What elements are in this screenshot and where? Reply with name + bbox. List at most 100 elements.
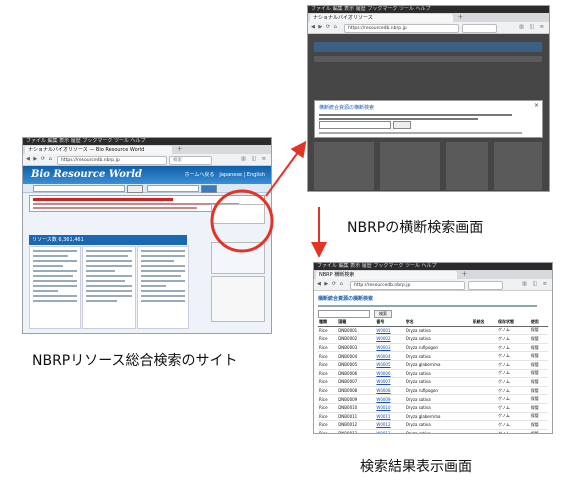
column-header[interactable]: 使用 bbox=[529, 318, 548, 327]
table-row: Rice DNB0003 W0003 Oryza rufipogon ゲノム 保管 bbox=[318, 343, 548, 353]
resource-link[interactable]: W0009 bbox=[375, 394, 405, 404]
search-box[interactable] bbox=[468, 281, 503, 290]
column-header[interactable]: 系統名 bbox=[471, 318, 498, 327]
table-cell bbox=[471, 369, 498, 379]
table-cell: Oryza sativa bbox=[404, 377, 472, 387]
close-icon[interactable]: × bbox=[534, 102, 539, 109]
column-header[interactable]: 種類 bbox=[318, 318, 338, 327]
toolbar-icons[interactable]: ▥ ◫ ≡ bbox=[522, 279, 549, 290]
table-cell: 保管 bbox=[529, 412, 548, 422]
column-header[interactable]: 番号 bbox=[375, 318, 405, 327]
resource-link[interactable]: W0005 bbox=[375, 360, 405, 370]
caption-results: 検索結果表示画面 bbox=[360, 459, 472, 475]
table-cell: DNB0002 bbox=[337, 334, 376, 344]
table-cell: ゲノム bbox=[497, 420, 530, 430]
table-cell: 保管 bbox=[529, 429, 548, 433]
column-header[interactable]: 保存状態 bbox=[497, 318, 530, 327]
nav-buttons-icon[interactable]: ◀ ▶ ⟳ ⌂ bbox=[26, 154, 53, 165]
table-row: Rice DNB0012 W0012 Oryza sativa ゲノム 保管 bbox=[318, 420, 548, 430]
info-panel-mid bbox=[211, 242, 265, 274]
url-bar[interactable]: https://resourcedb.nbrp.jp bbox=[344, 24, 459, 33]
resource-column-1 bbox=[29, 246, 81, 329]
dimmed-page: 横断統合資源の横断検索 × bbox=[308, 34, 549, 191]
resource-link[interactable]: W0006 bbox=[375, 369, 405, 379]
resource-link[interactable]: W0002 bbox=[375, 334, 405, 344]
table-cell: DNB0012 bbox=[337, 420, 376, 430]
table-cell bbox=[471, 429, 498, 433]
resource-link[interactable]: W0013 bbox=[375, 429, 405, 433]
table-cell: ゲノム bbox=[497, 377, 530, 387]
table-cell: Oryza glaberrima bbox=[404, 360, 472, 370]
new-tab-icon[interactable]: ＋ bbox=[177, 145, 183, 154]
url-bar[interactable]: https://resourcedb.nbrp.jp bbox=[57, 156, 167, 165]
table-row: Rice DNB0011 W0011 Oryza glaberrima ゲノム 保管 bbox=[318, 412, 548, 422]
table-header-row: 種類 国籍 番号 学名 系統名 保存状態 使用 bbox=[318, 318, 548, 327]
category-tabs bbox=[29, 228, 159, 262]
table-cell bbox=[471, 420, 498, 430]
url-bar[interactable]: http://resourcedb.nbrp.jp bbox=[350, 281, 465, 290]
table-cell: ゲノム bbox=[497, 326, 530, 336]
site-search-button-2[interactable] bbox=[201, 185, 217, 193]
search-box[interactable] bbox=[462, 24, 497, 33]
table-cell: 保管 bbox=[529, 334, 548, 344]
table-cell: ゲノム bbox=[497, 369, 530, 379]
site-search-input[interactable] bbox=[33, 185, 125, 192]
table-cell: Oryza sativa bbox=[404, 403, 472, 413]
site-search-input-2[interactable] bbox=[147, 185, 199, 192]
table-cell: Oryza glaberrima bbox=[404, 412, 472, 422]
resource-link[interactable]: W0011 bbox=[375, 412, 405, 422]
table-cell: Oryza rufipogon bbox=[404, 386, 472, 396]
toolbar-icons[interactable]: ▥ ◫ ≡ bbox=[241, 154, 268, 165]
table-cell bbox=[471, 403, 498, 413]
site-search-button[interactable] bbox=[127, 185, 143, 193]
results-search-input[interactable] bbox=[318, 310, 370, 318]
browser-tab[interactable]: ナショナルバイオリソース bbox=[310, 14, 453, 22]
table-cell: ゲノム bbox=[497, 351, 530, 361]
table-row: Rice DNB0001 W0001 Oryza sativa ゲノム 保管 bbox=[318, 326, 548, 336]
resource-link[interactable]: W0004 bbox=[375, 351, 405, 361]
column-header[interactable]: 学名 bbox=[404, 318, 472, 327]
search-box[interactable]: 検索 bbox=[169, 156, 212, 165]
dialog-search-button[interactable] bbox=[393, 121, 411, 129]
table-row: Rice DNB0005 W0005 Oryza glaberrima ゲノム 保管 bbox=[318, 360, 548, 370]
results-info-line bbox=[318, 305, 537, 307]
table-row: Rice DNB0013 W0013 Oryza sativa ゲノム 保管 bbox=[318, 429, 548, 433]
resource-link[interactable]: W0001 bbox=[375, 326, 405, 336]
menu-bar[interactable]: ファイル 編集 表示 履歴 ブックマーク ツール ヘルプ bbox=[23, 138, 271, 145]
site-logo[interactable]: Bio Resource World bbox=[31, 169, 142, 180]
table-cell: Rice bbox=[318, 420, 338, 430]
table-cell: 保管 bbox=[529, 369, 548, 379]
resource-link[interactable]: W0003 bbox=[375, 343, 405, 353]
table-cell: 保管 bbox=[529, 377, 548, 387]
resource-link[interactable]: W0010 bbox=[375, 403, 405, 413]
table-cell: Rice bbox=[318, 351, 338, 361]
table-cell: DNB0007 bbox=[337, 377, 376, 387]
menu-bar[interactable]: ファイル 編集 表示 履歴 ブックマーク ツール ヘルプ bbox=[308, 6, 549, 13]
navigation-bar: ◀ ▶ ⟳ ⌂ https://resourcedb.nbrp.jp ▥ ◫ ≡ bbox=[308, 22, 549, 34]
screenshot-nbrp-site: ファイル 編集 表示 履歴 ブックマーク ツール ヘルプ ナショナルバイオリソー… bbox=[22, 137, 272, 334]
table-row: Rice DNB0004 W0004 Oryza sativa ゲノム 保管 bbox=[318, 351, 548, 361]
browser-tab[interactable]: NBRP 横断検索 bbox=[316, 271, 458, 279]
toolbar-icons[interactable]: ▥ ◫ ≡ bbox=[519, 22, 546, 33]
nav-buttons-icon[interactable]: ◀ ▶ ⟳ ⌂ bbox=[317, 279, 344, 290]
new-tab-icon[interactable]: ＋ bbox=[457, 13, 463, 22]
browser-tab[interactable]: ナショナルバイオリソース — Bio Resource World bbox=[25, 146, 172, 154]
table-cell bbox=[471, 394, 498, 404]
resource-link[interactable]: W0012 bbox=[375, 420, 405, 430]
language-links[interactable]: ホームへ戻る Japanese | English bbox=[185, 171, 265, 178]
resource-link[interactable]: W0007 bbox=[375, 377, 405, 387]
info-panel-top bbox=[211, 204, 265, 224]
results-search-button[interactable]: 検索 bbox=[374, 310, 392, 318]
dialog-search-input[interactable] bbox=[319, 121, 391, 129]
column-header[interactable]: 国籍 bbox=[337, 318, 376, 327]
resource-link[interactable]: W0008 bbox=[375, 386, 405, 396]
tab-bar: NBRP 横断検索 ＋ bbox=[314, 270, 552, 279]
site-header: Bio Resource World ホームへ戻る Japanese | Eng… bbox=[23, 166, 271, 184]
new-tab-icon[interactable]: ＋ bbox=[462, 270, 468, 279]
nav-buttons-icon[interactable]: ◀ ▶ ⟳ ⌂ bbox=[311, 22, 338, 33]
menu-bar[interactable]: ファイル 編集 表示 履歴 ブックマーク ツール ヘルプ bbox=[314, 263, 552, 270]
table-cell: Rice bbox=[318, 369, 338, 379]
table-cell: Rice bbox=[318, 386, 338, 396]
table-cell: ゲノム bbox=[497, 429, 530, 433]
table-cell: DNB0006 bbox=[337, 369, 376, 379]
